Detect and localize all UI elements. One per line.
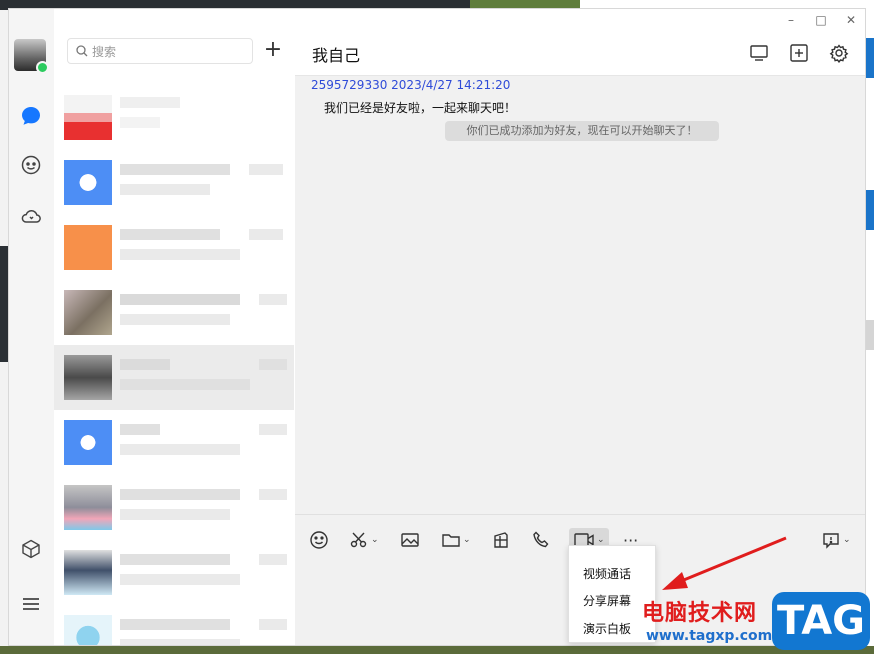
chat-history-button[interactable]: ⌄ bbox=[821, 528, 851, 552]
desktop-background-bottom bbox=[0, 646, 874, 654]
gift-box-icon bbox=[494, 532, 508, 548]
cloud-nav-icon[interactable] bbox=[20, 205, 42, 227]
message-history-icon bbox=[823, 533, 839, 549]
add-member-icon[interactable] bbox=[789, 43, 809, 63]
contact-item[interactable] bbox=[54, 605, 294, 645]
file-button[interactable]: ⌄ bbox=[441, 528, 471, 552]
screenshot-button[interactable]: ⌄ bbox=[349, 528, 379, 552]
settings-gear-icon[interactable] bbox=[829, 43, 849, 64]
contact-item[interactable] bbox=[54, 85, 294, 150]
contact-avatar-blurred bbox=[64, 550, 112, 595]
red-packet-button[interactable] bbox=[491, 528, 511, 552]
phone-icon bbox=[533, 531, 549, 548]
contact-item[interactable] bbox=[54, 280, 294, 345]
message-nav-icon[interactable] bbox=[20, 105, 42, 127]
menu-item-video-call[interactable]: 视频通话 bbox=[583, 565, 631, 582]
message-text: 我们已经是好友啦，一起来聊天吧！ bbox=[324, 101, 517, 115]
nav-rail bbox=[9, 9, 54, 645]
contact-avatar-blurred bbox=[64, 615, 112, 645]
menu-item-share-screen[interactable]: 分享屏幕 bbox=[583, 592, 631, 609]
contact-avatar-blurred bbox=[64, 290, 112, 335]
scissors-icon bbox=[350, 532, 367, 548]
emoji-icon bbox=[310, 531, 328, 549]
desktop-background-left bbox=[0, 10, 8, 654]
message-sender-meta: 2595729330 2023/4/27 14:21:20 bbox=[311, 78, 511, 92]
search-input[interactable]: 搜索 bbox=[67, 38, 253, 64]
contact-avatar-blurred bbox=[64, 355, 112, 400]
video-dropdown-menu: 视频通话 分享屏幕 演示白板 bbox=[568, 545, 656, 643]
desktop-background-right bbox=[866, 10, 874, 654]
chat-header: 我自己 – □ ✕ bbox=[295, 9, 865, 76]
contact-item[interactable] bbox=[54, 540, 294, 605]
contact-avatar-blurred bbox=[64, 160, 112, 205]
minimize-button[interactable]: – bbox=[781, 12, 801, 28]
system-notice: 你们已成功添加为好友，现在可以开始聊天了！ bbox=[445, 121, 719, 141]
folder-icon bbox=[442, 534, 460, 547]
contact-list bbox=[54, 85, 294, 645]
emoji-button[interactable] bbox=[309, 528, 329, 552]
chevron-down-icon: ⌄ bbox=[597, 535, 605, 545]
contact-avatar-blurred bbox=[64, 225, 112, 270]
watermark-url: www.tagxp.com bbox=[646, 628, 773, 644]
contact-item[interactable] bbox=[54, 215, 294, 280]
maximize-button[interactable]: □ bbox=[811, 12, 831, 28]
contact-avatar-blurred bbox=[64, 485, 112, 530]
online-status-dot bbox=[36, 61, 49, 74]
chevron-down-icon: ⌄ bbox=[463, 535, 471, 545]
menu-item-whiteboard[interactable]: 演示白板 bbox=[583, 620, 631, 637]
contact-list-panel: 搜索 + bbox=[54, 9, 296, 645]
contacts-nav-icon[interactable] bbox=[20, 154, 42, 176]
close-button[interactable]: ✕ bbox=[841, 12, 861, 28]
chevron-down-icon: ⌄ bbox=[371, 535, 379, 545]
contact-item[interactable] bbox=[54, 475, 294, 540]
contact-item[interactable] bbox=[54, 410, 294, 475]
search-icon bbox=[76, 45, 88, 57]
image-icon bbox=[401, 533, 419, 547]
add-contact-button[interactable]: + bbox=[262, 39, 284, 61]
search-placeholder: 搜索 bbox=[92, 44, 117, 59]
user-avatar[interactable] bbox=[14, 39, 49, 74]
watermark-tag-logo: TAG bbox=[772, 592, 870, 650]
chat-title: 我自己 bbox=[312, 46, 361, 65]
app-box-icon[interactable] bbox=[20, 538, 42, 560]
annotation-arrow-icon bbox=[662, 536, 787, 590]
menu-icon[interactable] bbox=[20, 593, 42, 615]
image-button[interactable] bbox=[400, 528, 420, 552]
contact-item-selected[interactable] bbox=[54, 345, 294, 410]
voice-call-button[interactable] bbox=[531, 528, 551, 552]
chevron-down-icon: ⌄ bbox=[843, 535, 851, 545]
contact-avatar-blurred bbox=[64, 420, 112, 465]
contact-item[interactable] bbox=[54, 150, 294, 215]
watermark-site-name: 电脑技术网 bbox=[642, 601, 758, 626]
screen-share-icon[interactable] bbox=[749, 43, 769, 63]
contact-avatar-blurred bbox=[64, 95, 112, 140]
